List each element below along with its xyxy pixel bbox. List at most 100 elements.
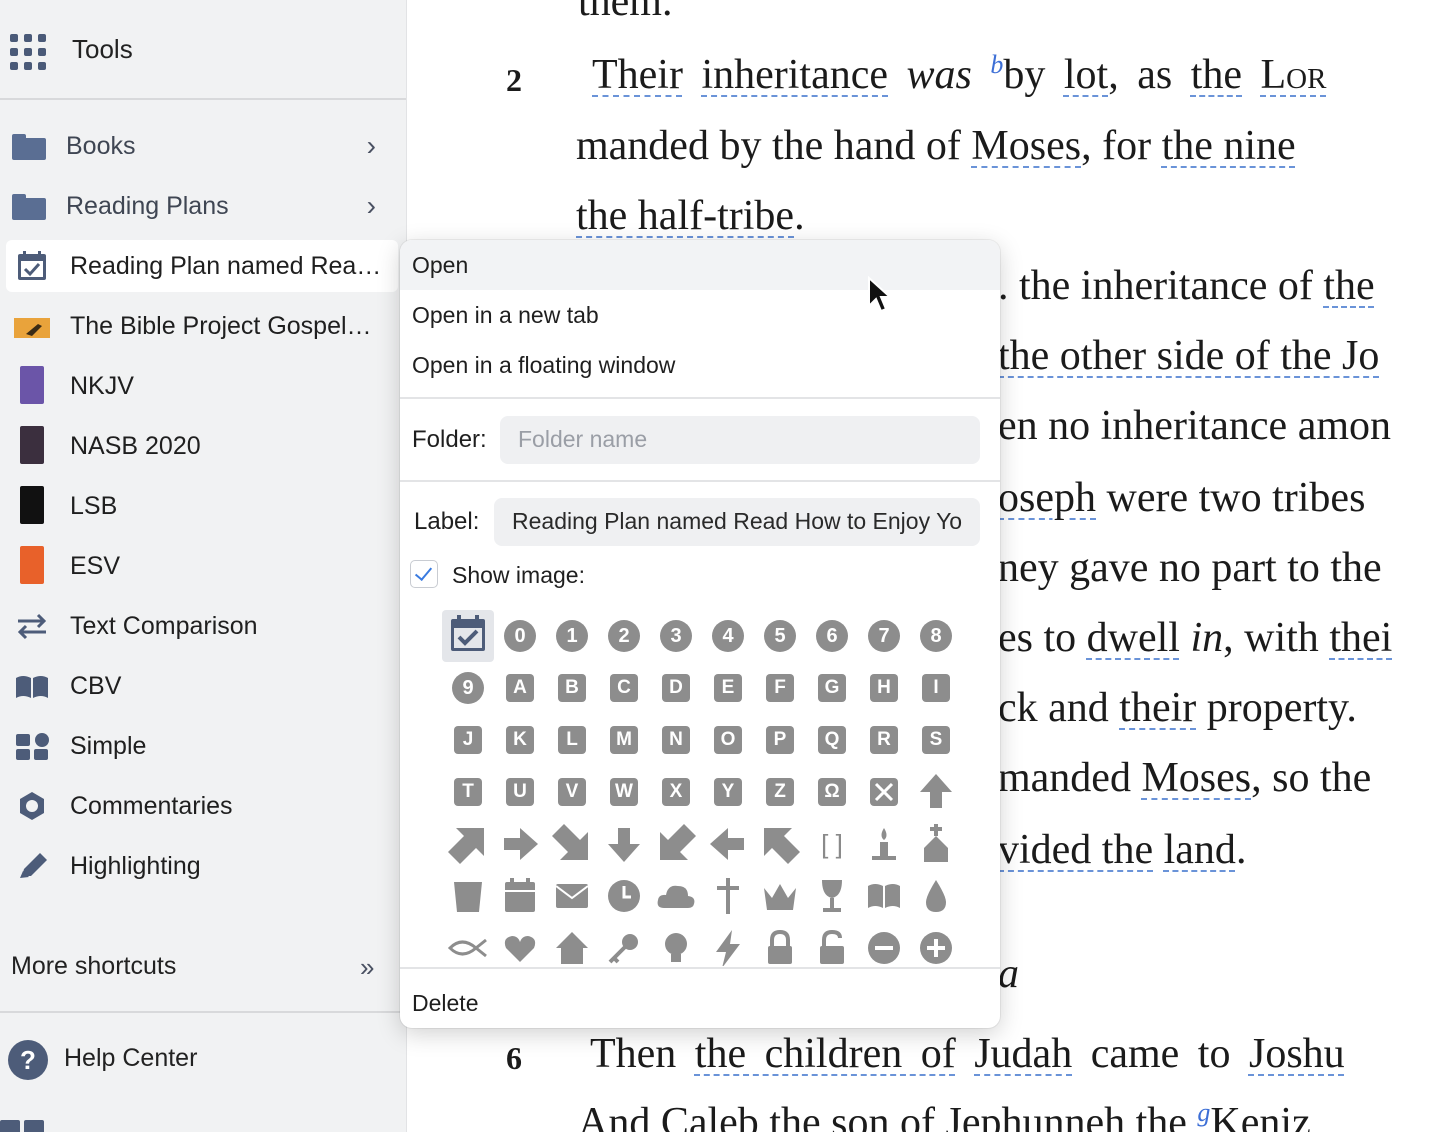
droplet-icon[interactable] bbox=[910, 870, 962, 922]
plus-circle-icon[interactable] bbox=[910, 922, 962, 966]
open-menu-item[interactable]: Open bbox=[400, 240, 1000, 290]
letter-d-icon[interactable]: D bbox=[650, 662, 702, 714]
letter-b-icon[interactable]: B bbox=[546, 662, 598, 714]
calendar-icon[interactable] bbox=[494, 870, 546, 922]
letter-w-icon[interactable]: W bbox=[598, 766, 650, 818]
letter-g-icon[interactable]: G bbox=[806, 662, 858, 714]
sidebar-item-simple[interactable]: Simple bbox=[6, 720, 398, 772]
letter-f-icon[interactable]: F bbox=[754, 662, 806, 714]
lightning-icon[interactable] bbox=[702, 922, 754, 966]
number-6-icon[interactable]: 6 bbox=[806, 610, 858, 662]
number-5-icon[interactable]: 5 bbox=[754, 610, 806, 662]
no-symbol-icon[interactable] bbox=[858, 766, 910, 818]
arrow-up-left-icon[interactable] bbox=[754, 818, 806, 870]
word-link[interactable]: their bbox=[1119, 685, 1196, 731]
letter-q-icon[interactable]: Q bbox=[806, 714, 858, 766]
number-3-icon[interactable]: 3 bbox=[650, 610, 702, 662]
layout-icon[interactable] bbox=[0, 1120, 46, 1132]
arrow-up-icon[interactable] bbox=[910, 766, 962, 818]
letter-o-icon[interactable]: O bbox=[702, 714, 754, 766]
heart-icon[interactable] bbox=[494, 922, 546, 966]
letter-r-icon[interactable]: R bbox=[858, 714, 910, 766]
unlock-icon[interactable] bbox=[806, 922, 858, 966]
word-link[interactable]: Joshu bbox=[1249, 1031, 1345, 1077]
word-link[interactable]: land bbox=[1164, 827, 1236, 873]
footnote-marker[interactable]: g bbox=[1197, 1098, 1210, 1127]
sidebar-item-lsb[interactable]: LSB bbox=[6, 480, 398, 532]
letter-k-icon[interactable]: K bbox=[494, 714, 546, 766]
sidebar-item-commentaries[interactable]: Commentaries bbox=[6, 780, 398, 832]
crown-icon[interactable] bbox=[754, 870, 806, 922]
word-link[interactable]: the bbox=[1323, 263, 1374, 309]
letter-e-icon[interactable]: E bbox=[702, 662, 754, 714]
letter-h-icon[interactable]: H bbox=[858, 662, 910, 714]
word-link[interactable]: vided the bbox=[998, 827, 1153, 873]
cloud-icon[interactable] bbox=[650, 870, 702, 922]
word-link[interactable]: Caleb bbox=[661, 1100, 759, 1132]
number-0-icon[interactable]: 0 bbox=[494, 610, 546, 662]
lock-icon[interactable] bbox=[754, 922, 806, 966]
number-2-icon[interactable]: 2 bbox=[598, 610, 650, 662]
more-shortcuts-link[interactable]: More shortcuts bbox=[11, 952, 176, 981]
clock-icon[interactable] bbox=[598, 870, 650, 922]
open-book-icon[interactable] bbox=[858, 870, 910, 922]
letter-c-icon[interactable]: C bbox=[598, 662, 650, 714]
word-link[interactable]: lot bbox=[1064, 52, 1108, 98]
number-7-icon[interactable]: 7 bbox=[858, 610, 910, 662]
number-4-icon[interactable]: 4 bbox=[702, 610, 754, 662]
lightbulb-icon[interactable] bbox=[650, 922, 702, 966]
word-link[interactable]: Keniz bbox=[1210, 1100, 1310, 1132]
sidebar-item-cbv[interactable]: CBV bbox=[6, 660, 398, 712]
letter-x-icon[interactable]: X bbox=[650, 766, 702, 818]
word-link[interactable]: inheritance bbox=[701, 52, 888, 98]
word-link[interactable]: Lor bbox=[1261, 52, 1327, 98]
delete-menu-item[interactable]: Delete bbox=[400, 978, 1000, 1028]
letter-p-icon[interactable]: P bbox=[754, 714, 806, 766]
minus-circle-icon[interactable] bbox=[858, 922, 910, 966]
arrow-right-icon[interactable] bbox=[494, 818, 546, 870]
tools-row[interactable]: Tools bbox=[0, 14, 406, 90]
letter-u-icon[interactable]: U bbox=[494, 766, 546, 818]
arrow-down-icon[interactable] bbox=[598, 818, 650, 870]
word-link[interactable]: Jephunneh bbox=[945, 1100, 1125, 1132]
open-new-tab-menu-item[interactable]: Open in a new tab bbox=[400, 290, 1000, 340]
arrow-down-right-icon[interactable] bbox=[546, 818, 598, 870]
word-link[interactable]: Moses bbox=[971, 123, 1081, 169]
footnote-marker[interactable]: b bbox=[990, 50, 1003, 79]
label-input[interactable]: Reading Plan named Read How to Enjoy Yo bbox=[494, 498, 980, 546]
sidebar-item-reading-plan-named[interactable]: Reading Plan named Rea… bbox=[6, 240, 398, 292]
word-link[interactable]: Their bbox=[592, 52, 683, 98]
letter-s-icon[interactable]: S bbox=[910, 714, 962, 766]
letter-y-icon[interactable]: Y bbox=[702, 766, 754, 818]
word-link[interactable]: oseph bbox=[998, 475, 1096, 521]
omega-icon[interactable]: Ω bbox=[806, 766, 858, 818]
letter-t-icon[interactable]: T bbox=[442, 766, 494, 818]
letter-a-icon[interactable]: A bbox=[494, 662, 546, 714]
open-floating-window-menu-item[interactable]: Open in a floating window bbox=[400, 340, 1000, 390]
show-image-checkbox[interactable] bbox=[410, 560, 438, 588]
number-9-icon[interactable]: 9 bbox=[442, 662, 494, 714]
cross-icon[interactable] bbox=[702, 870, 754, 922]
sidebar-item-nasb[interactable]: NASB 2020 bbox=[6, 420, 398, 472]
letter-v-icon[interactable]: V bbox=[546, 766, 598, 818]
letter-z-icon[interactable]: Z bbox=[754, 766, 806, 818]
chalice-icon[interactable] bbox=[806, 870, 858, 922]
word-link[interactable]: the children of bbox=[695, 1031, 956, 1077]
letter-m-icon[interactable]: M bbox=[598, 714, 650, 766]
number-1-icon[interactable]: 1 bbox=[546, 610, 598, 662]
help-icon[interactable]: ? bbox=[8, 1040, 48, 1080]
number-8-icon[interactable]: 8 bbox=[910, 610, 962, 662]
letter-n-icon[interactable]: N bbox=[650, 714, 702, 766]
house-icon[interactable] bbox=[546, 922, 598, 966]
fish-icon[interactable] bbox=[442, 922, 494, 966]
letter-i-icon[interactable]: I bbox=[910, 662, 962, 714]
sidebar-item-nkjv[interactable]: NKJV bbox=[6, 360, 398, 412]
sidebar-item-books[interactable]: Books › bbox=[6, 120, 398, 172]
arrow-down-left-icon[interactable] bbox=[650, 818, 702, 870]
word-link[interactable]: thei bbox=[1329, 615, 1392, 661]
word-link[interactable]: the bbox=[1191, 52, 1242, 98]
folder-input[interactable]: Folder name bbox=[500, 416, 980, 464]
word-link[interactable]: dwell bbox=[1087, 615, 1180, 661]
sidebar-item-bible-project[interactable]: The Bible Project Gospel… bbox=[6, 300, 398, 352]
key-icon[interactable] bbox=[598, 922, 650, 966]
